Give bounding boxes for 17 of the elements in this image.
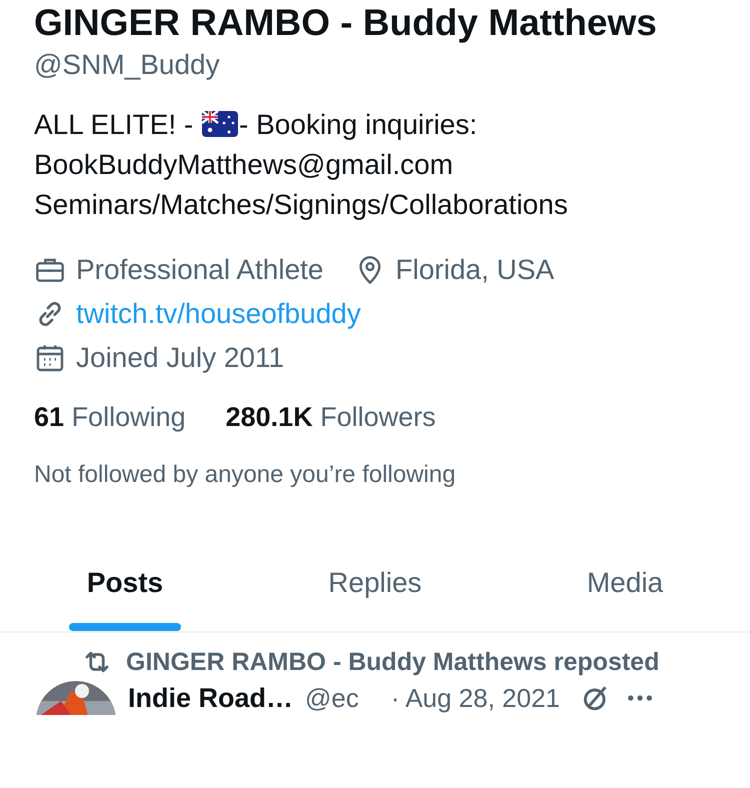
profile-bio: ALL ELITE! - - Booking inquiries: BookBuddyMatthews@gmail.com Seminars/Matches/Signings/Collaborations (34, 108, 569, 222)
followed-by-note: Not followed by anyone you’re following (34, 461, 457, 489)
post-handle: @ec (305, 682, 359, 714)
profile-tab[interactable]: Media (500, 543, 750, 631)
profile-location: Florida, USA (396, 253, 554, 287)
join-date: Joined July 2011 (76, 341, 284, 375)
profile-tab[interactable]: Replies (250, 543, 500, 631)
profile-tab[interactable]: Posts (0, 543, 250, 631)
profile-handle: @SNM_Buddy (34, 49, 221, 81)
post-date: · Aug 28, 2021 (390, 682, 560, 714)
following-link[interactable]: 61 Following (34, 402, 186, 433)
flag-icon (202, 111, 238, 137)
profile-category: Professional Athlete (76, 253, 324, 287)
post-author[interactable]: Indie Road… (128, 682, 294, 714)
profile-name: GINGER RAMBO - Buddy Matthews (34, 1, 658, 45)
followers-link[interactable]: 280.1K Followers (226, 402, 436, 433)
repost-note: GINGER RAMBO - Buddy Matthews reposted (126, 648, 660, 676)
